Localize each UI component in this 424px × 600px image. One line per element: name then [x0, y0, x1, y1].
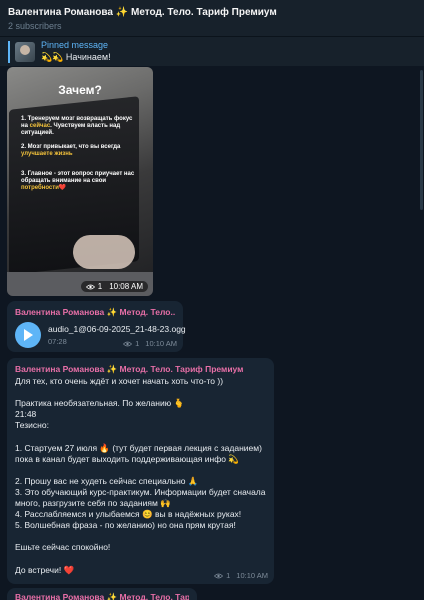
text-time: 10:10 AM [236, 571, 268, 580]
text-line: Практика необязательная. По желанию 🫰 [15, 398, 185, 409]
text-line: 1. Стартуем 27 июля 🔥 (тут будет первая … [15, 442, 262, 453]
text-line: пока в канал будет выходить поддерживающ… [15, 453, 239, 464]
audio-views: 1 [135, 339, 140, 348]
text-line: много, разгрузите себя по заданиям 🙌 [15, 498, 171, 509]
pinned-label: Pinned message [41, 40, 109, 50]
play-icon [24, 329, 33, 341]
pinned-message-bar[interactable]: Pinned message 💫💫 Начинаем! [0, 36, 424, 66]
photo-point-2: 2. Мозг привыкает, что вы всегда улучшае… [21, 144, 121, 157]
text-line: 21:48 [15, 409, 37, 420]
text-line: 3. Это обучающий курс-практикум. Информа… [15, 486, 266, 497]
photo-overlay-title: Зачем? [58, 83, 102, 97]
pinned-indicator [8, 40, 10, 63]
audio-time: 10:10 AM [145, 339, 177, 348]
eye-icon [214, 573, 224, 578]
text-sender: Валентина Романова ✨ Метод. Тело. Тариф … [15, 364, 244, 374]
pinned-thumbnail [15, 41, 35, 62]
scrollbar[interactable] [420, 70, 423, 210]
eye-icon [123, 341, 133, 346]
next-sender: Валентина Романова ✨ Метод. Тело. Тариф … [15, 592, 189, 600]
pinned-text: 💫💫 Начинаем! [41, 52, 111, 62]
photo-time: 10:08 AM [109, 282, 143, 291]
audio-meta: 1 10:10 AM [123, 339, 177, 348]
eye-icon [85, 284, 95, 289]
next-message[interactable]: Валентина Романова ✨ Метод. Тело. Тариф … [7, 588, 197, 600]
audio-message[interactable]: Валентина Романова ✨ Метод. Тело.... aud… [7, 301, 186, 352]
text-line: 2. Прошу вас не худеть сейчас специально… [15, 475, 199, 486]
subscriber-count: 2 subscribers [8, 21, 62, 31]
text-line: 4. Расслабляемся и улыбаемся 😊 вы в надё… [15, 509, 242, 520]
audio-sender: Валентина Романова ✨ Метод. Тело.... [15, 307, 175, 317]
channel-title: Валентина Романова ✨ Метод. Тело. Тариф … [8, 7, 277, 18]
photo-point-1: 1. Тренеруем мозг возвращать фокус на се… [21, 116, 133, 136]
hand-image [73, 235, 135, 269]
photo-message[interactable]: Зачем? 1. Тренеруем мозг возвращать фоку… [7, 67, 153, 296]
text-line: Ешьте сейчас спокойно! [15, 542, 111, 553]
text-message[interactable]: Валентина Романова ✨ Метод. Тело. Тариф … [7, 358, 274, 584]
photo-views: 1 [97, 282, 103, 291]
photo-meta: 1 10:08 AM [80, 281, 148, 292]
audio-file-name: audio_1@06-09-2025_21-48-23.ogg [48, 323, 186, 334]
text-meta: 1 10:10 AM [214, 571, 268, 580]
text-line: 5. Волшебная фраза - по желанию) но она … [15, 520, 236, 531]
message-text: Для тех, кто очень ждёт и хочет начать х… [15, 376, 266, 576]
photo-point-3: 3. Главное - этот вопрос приучает нас об… [21, 171, 135, 191]
play-button[interactable] [15, 322, 41, 348]
text-line: Для тех, кто очень ждёт и хочет начать х… [15, 376, 224, 386]
text-line: Тезисно: [15, 420, 49, 431]
chat-header[interactable]: Валентина Романова ✨ Метод. Тело. Тариф … [0, 0, 424, 36]
text-views: 1 [226, 571, 231, 580]
